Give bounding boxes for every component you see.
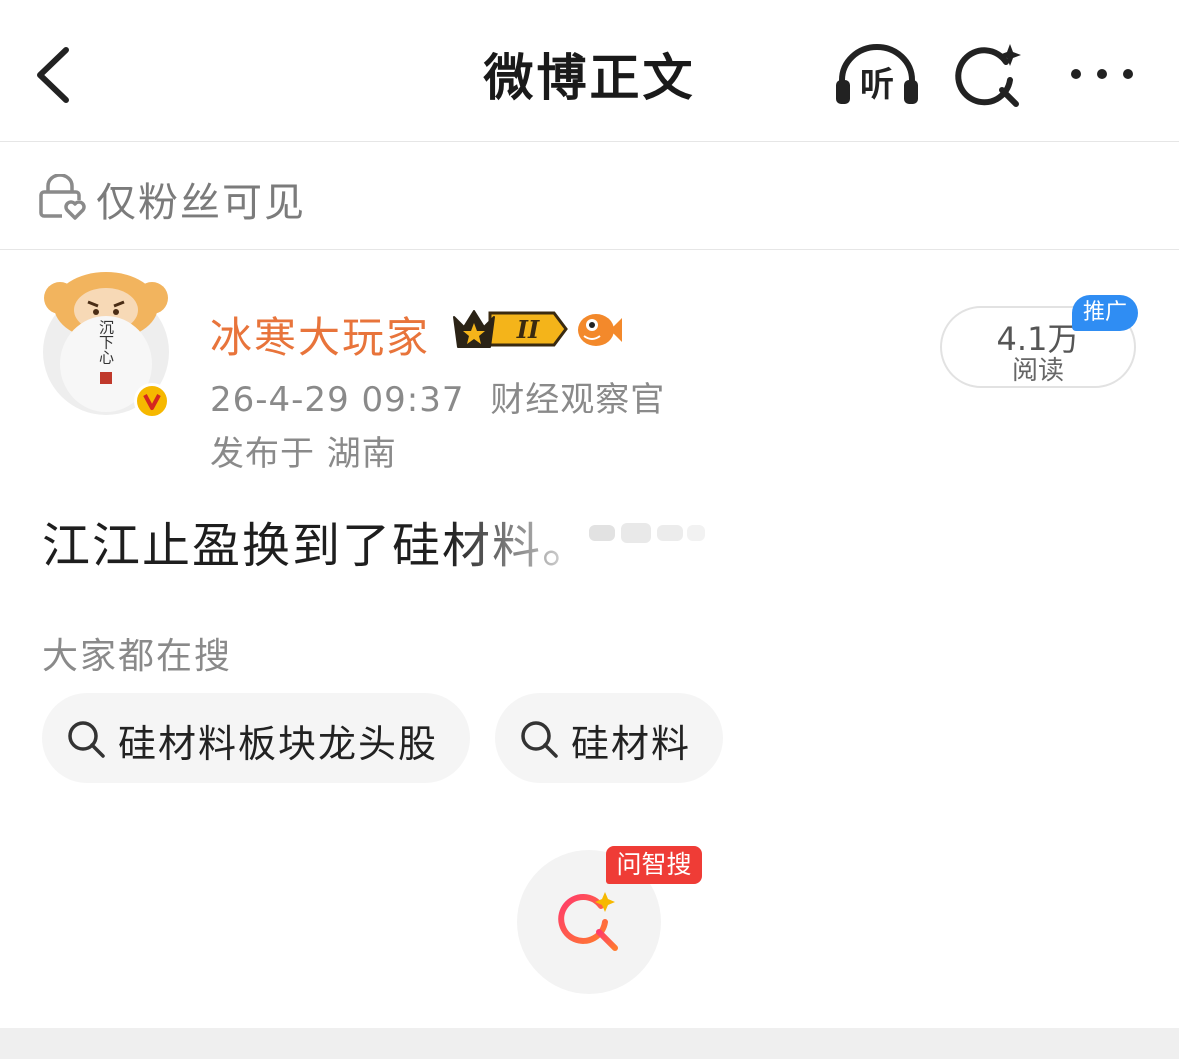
- reads-label: 阅读: [1011, 356, 1064, 386]
- verified-badge: [134, 383, 170, 419]
- trending-chip-label: 硅材料板块龙头股: [118, 722, 439, 766]
- fish-icon[interactable]: [574, 306, 624, 352]
- trending-chip[interactable]: 硅材料板块龙头股: [42, 693, 470, 783]
- lock-heart-icon: [38, 173, 86, 220]
- author-name[interactable]: 冰寒大玩家: [210, 304, 430, 365]
- headphones-icon: 听: [836, 44, 918, 105]
- crown-icon: [453, 310, 495, 348]
- promo-tag: 推广: [1072, 295, 1138, 331]
- more-dots-icon: [1071, 69, 1133, 79]
- verified-icon: [143, 394, 161, 410]
- ai-search-icon: [955, 44, 1021, 107]
- ai-search-icon: [555, 888, 625, 958]
- level-text: II: [516, 315, 540, 344]
- member-level-badge[interactable]: II: [450, 305, 568, 353]
- trending-chip[interactable]: 硅材料: [495, 693, 723, 783]
- avatar[interactable]: 沉下心: [42, 268, 170, 419]
- post-location: 发布于 湖南: [210, 434, 397, 474]
- visibility-label: 仅粉丝可见: [96, 180, 306, 226]
- listen-button[interactable]: 听: [832, 40, 922, 110]
- author-category[interactable]: 财经观察官: [490, 380, 665, 420]
- listen-label: 听: [860, 65, 894, 105]
- ask-search-tag: 问智搜: [606, 846, 702, 884]
- trending-title: 大家都在搜: [42, 636, 233, 677]
- search-icon: [521, 721, 558, 758]
- avatar-text: 沉下心: [97, 320, 115, 365]
- post-meta: 26-4-29 09:37 财经观察官: [210, 372, 665, 421]
- bottom-divider: [0, 1028, 1179, 1059]
- post-timestamp: 26-4-29 09:37: [210, 380, 465, 420]
- blurred-text: [585, 515, 710, 549]
- more-button[interactable]: [1066, 52, 1142, 96]
- ai-search-button[interactable]: [952, 40, 1028, 110]
- trending-chip-label: 硅材料: [571, 722, 692, 766]
- search-icon: [68, 721, 105, 758]
